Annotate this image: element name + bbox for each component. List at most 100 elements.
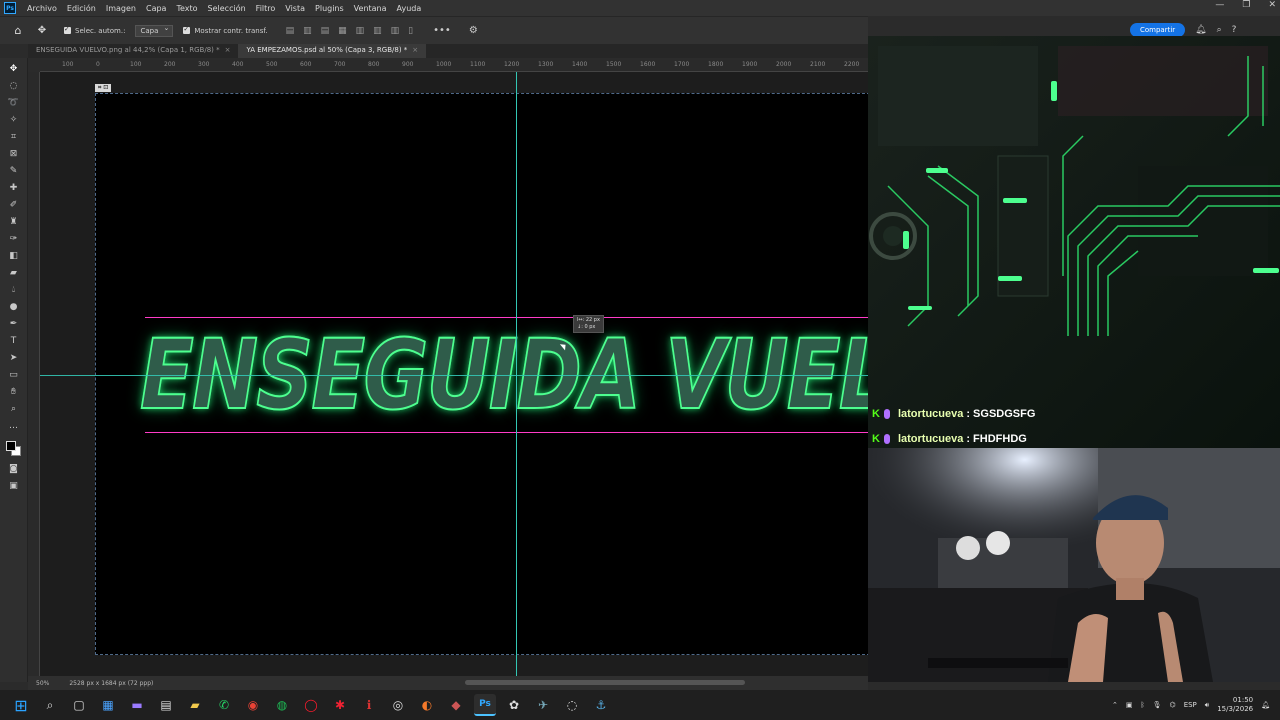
- type-tool-icon[interactable]: T: [5, 334, 23, 347]
- windows-start-icon[interactable]: ⊞: [10, 694, 32, 716]
- align-top-icon[interactable]: ▥: [356, 26, 365, 36]
- quick-mask-icon[interactable]: ◙: [5, 462, 23, 475]
- brush-tool-icon[interactable]: ✐: [5, 198, 23, 211]
- menu-plugins[interactable]: Plugins: [310, 4, 349, 13]
- bell-icon[interactable]: 🔔︎: [1195, 25, 1206, 35]
- pen-tool-icon[interactable]: ✒: [5, 317, 23, 330]
- menu-filtro[interactable]: Filtro: [251, 4, 281, 13]
- align-justify-icon[interactable]: ▦: [338, 26, 347, 36]
- menu-capa[interactable]: Capa: [141, 4, 171, 13]
- info-app-icon[interactable]: ℹ: [358, 694, 380, 716]
- streaming-app-icon[interactable]: ✱: [329, 694, 351, 716]
- move-tool-options-icon[interactable]: ✥: [34, 23, 50, 39]
- horizontal-guide[interactable]: [40, 375, 868, 376]
- screen-mode-icon[interactable]: ▣: [5, 479, 23, 492]
- align-bottom-icon[interactable]: ▥: [391, 26, 400, 36]
- eraser-tool-icon[interactable]: ◧: [5, 249, 23, 262]
- shape-tool-icon[interactable]: ▭: [5, 368, 23, 381]
- align-middle-icon[interactable]: ▥: [373, 26, 382, 36]
- home-icon[interactable]: ⌂: [10, 23, 26, 39]
- lasso-tool-icon[interactable]: ➰: [5, 96, 23, 109]
- photoshop-logo-icon[interactable]: Ps: [4, 2, 16, 14]
- tool-app-icon[interactable]: ✈: [532, 694, 554, 716]
- path-selection-icon[interactable]: ➤: [5, 351, 23, 364]
- transform-controls-checkbox[interactable]: Mostrar contr. transf.: [183, 25, 268, 35]
- menu-ayuda[interactable]: Ayuda: [392, 4, 427, 13]
- menu-imagen[interactable]: Imagen: [101, 4, 141, 13]
- chrome-icon[interactable]: ◉: [242, 694, 264, 716]
- magic-wand-tool-icon[interactable]: ✧: [5, 113, 23, 126]
- foreground-color-swatch[interactable]: [5, 441, 16, 451]
- chevron-up-icon[interactable]: ⌃: [1112, 701, 1118, 709]
- history-brush-icon[interactable]: ✑: [5, 232, 23, 245]
- menu-texto[interactable]: Texto: [171, 4, 202, 13]
- crop-tool-icon[interactable]: ⌗: [5, 130, 23, 143]
- gradient-tool-icon[interactable]: ▰: [5, 266, 23, 279]
- clock[interactable]: 01:50 15/3/2026: [1217, 696, 1253, 714]
- search-icon[interactable]: ⌕: [39, 694, 61, 716]
- vertical-guide[interactable]: [516, 72, 517, 676]
- obs-icon[interactable]: ◌: [561, 694, 583, 716]
- share-button[interactable]: Compartir: [1130, 23, 1186, 37]
- menu-edicion[interactable]: Edición: [62, 4, 101, 13]
- horizontal-scrollbar[interactable]: [465, 680, 745, 685]
- tab-enseguida-vuelvo[interactable]: ENSEGUIDA VUELVO.png al 44,2% (Capa 1, R…: [28, 44, 238, 58]
- align-right-icon[interactable]: ▤: [321, 26, 330, 36]
- close-icon[interactable]: ✕: [1268, 0, 1276, 10]
- volume-icon[interactable]: 🔊︎: [1205, 701, 1209, 710]
- steam-icon[interactable]: ◎: [387, 694, 409, 716]
- canvas-workspace[interactable]: ⌗ ⊡ ENSEGUIDA VUELVO l↔: 22 px ↓: 0 px: [40, 72, 868, 676]
- document-info[interactable]: 2528 px x 1684 px (72 ppp): [69, 680, 153, 687]
- opera-icon[interactable]: ◯: [300, 694, 322, 716]
- align-center-icon[interactable]: ▥: [303, 26, 312, 36]
- align-left-icon[interactable]: ▤: [286, 26, 295, 36]
- zoom-level[interactable]: 50%: [36, 680, 49, 687]
- tray-app-icon[interactable]: ▣: [1126, 701, 1133, 709]
- menu-ventana[interactable]: Ventana: [349, 4, 392, 13]
- dodge-tool-icon[interactable]: ●: [5, 300, 23, 313]
- distribute-icon[interactable]: ▯: [408, 26, 413, 36]
- gear-icon[interactable]: ⚙: [469, 25, 478, 36]
- task-view-icon[interactable]: ▢: [68, 694, 90, 716]
- eyedropper-tool-icon[interactable]: ✎: [5, 164, 23, 177]
- photos-app-icon[interactable]: ▦: [97, 694, 119, 716]
- close-tab-icon[interactable]: ×: [225, 46, 231, 54]
- auto-select-checkbox[interactable]: Selec. autom.:: [64, 25, 125, 35]
- lang-indicator[interactable]: ESP: [1184, 701, 1197, 709]
- more-tools-icon[interactable]: …: [5, 419, 23, 432]
- spotify-icon[interactable]: ◍: [271, 694, 293, 716]
- blender-icon[interactable]: ◐: [416, 694, 438, 716]
- menu-seleccion[interactable]: Selección: [203, 4, 251, 13]
- minimize-icon[interactable]: —: [1215, 0, 1224, 10]
- more-options-icon[interactable]: •••: [433, 25, 451, 36]
- frame-tool-icon[interactable]: ⊠: [5, 147, 23, 160]
- search-icon[interactable]: ⌕: [1217, 25, 1222, 35]
- move-tool-icon[interactable]: ✥: [5, 62, 23, 75]
- app-icon[interactable]: ⚓: [590, 694, 612, 716]
- davinci-icon[interactable]: ◆: [445, 694, 467, 716]
- zoom-tool-icon[interactable]: ⌕: [5, 402, 23, 415]
- terminal-app-icon[interactable]: ▬: [126, 694, 148, 716]
- help-icon[interactable]: ?: [1232, 25, 1237, 35]
- notifications-icon[interactable]: 🔔︎: [1261, 701, 1270, 709]
- close-tab-icon[interactable]: ×: [412, 46, 418, 54]
- healing-brush-icon[interactable]: ✚: [5, 181, 23, 194]
- tab-ya-empezamos[interactable]: YA EMPEZAMOS.psd al 50% (Capa 3, RGB/8) …: [238, 44, 427, 58]
- chatgpt-icon[interactable]: ✿: [503, 694, 525, 716]
- hand-tool-icon[interactable]: ✋︎: [5, 385, 23, 398]
- network-icon[interactable]: ⌬: [1170, 701, 1176, 709]
- vertical-ruler[interactable]: [28, 72, 40, 676]
- auto-select-dropdown[interactable]: Capa: [135, 24, 174, 37]
- stamp-tool-icon[interactable]: ♜: [5, 215, 23, 228]
- file-explorer-icon[interactable]: ▰: [184, 694, 206, 716]
- photoshop-taskbar-icon[interactable]: Ps: [474, 694, 496, 716]
- whatsapp-icon[interactable]: ✆: [213, 694, 235, 716]
- color-swatches[interactable]: [5, 440, 23, 458]
- marquee-tool-icon[interactable]: ◌: [5, 79, 23, 92]
- mic-icon[interactable]: 🎙︎: [1153, 701, 1162, 709]
- notes-app-icon[interactable]: ▤: [155, 694, 177, 716]
- bluetooth-icon[interactable]: ᛒ: [1140, 701, 1144, 709]
- blur-tool-icon[interactable]: 💧︎: [5, 283, 23, 296]
- menu-vista[interactable]: Vista: [280, 4, 310, 13]
- menu-archivo[interactable]: Archivo: [22, 4, 62, 13]
